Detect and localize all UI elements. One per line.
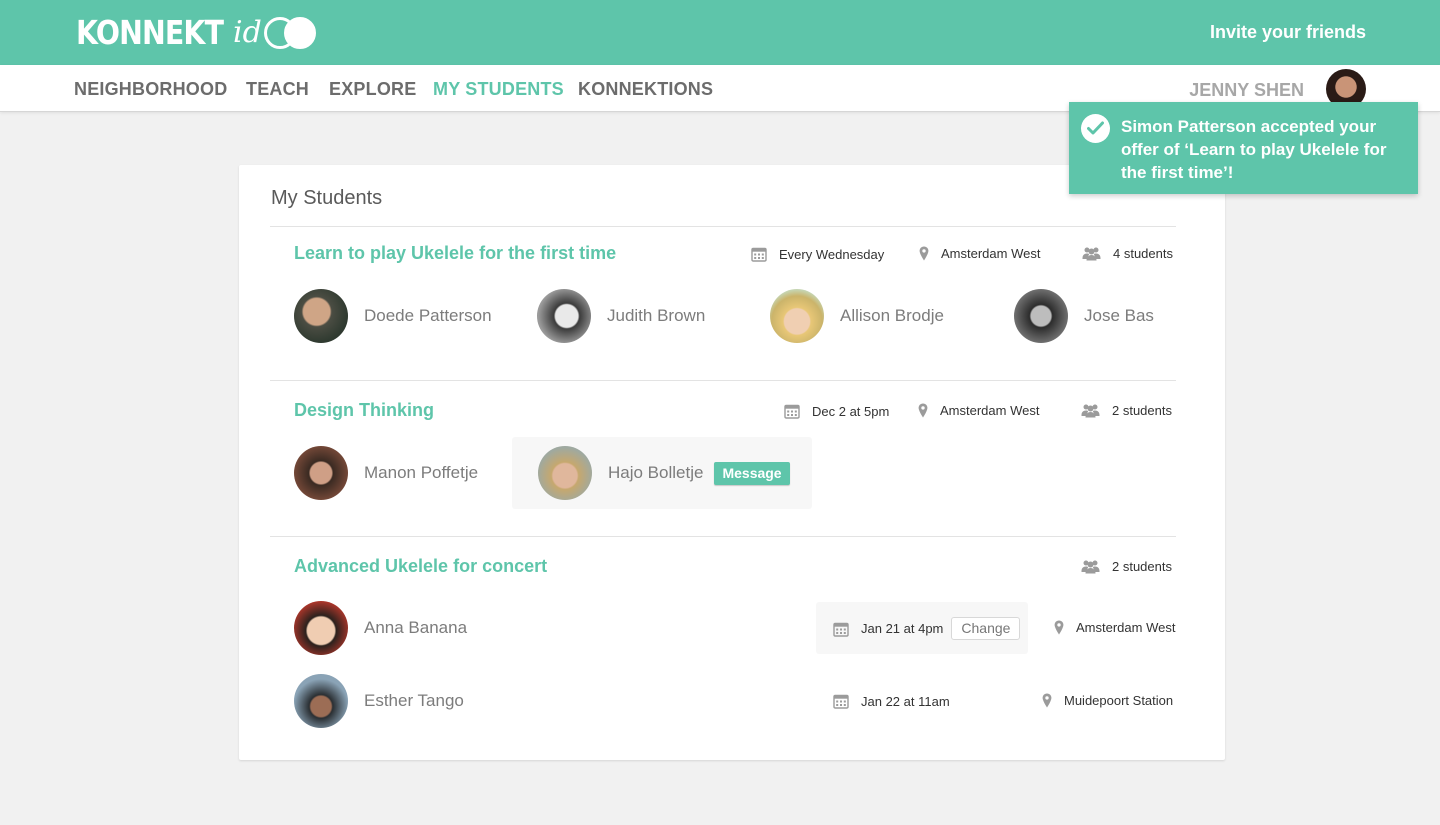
student-item[interactable]: Esther Tango (294, 674, 464, 728)
course-student-count: 2 students (1081, 403, 1172, 418)
student-name[interactable]: Allison Brodje (840, 306, 944, 326)
avatar[interactable] (294, 674, 348, 728)
konnektid-logo[interactable]: KONNEKT id (76, 14, 318, 52)
group-icon (1081, 404, 1100, 418)
date-text: Jan 21 at 4pm (861, 621, 944, 636)
notification-toast[interactable]: Simon Patterson accepted your offer of ‘… (1069, 102, 1418, 194)
avatar[interactable] (294, 446, 348, 500)
course-schedule: Dec 2 at 5pm (784, 403, 889, 419)
session-date: Jan 21 at 4pm Change (833, 617, 1021, 640)
location-text: Amsterdam West (941, 246, 1041, 261)
user-name[interactable]: JENNY SHEN (1189, 80, 1304, 101)
session-date: Jan 22 at 11am (833, 693, 950, 709)
message-button[interactable]: Message (714, 461, 790, 485)
avatar[interactable] (1014, 289, 1068, 343)
avatar[interactable] (770, 289, 824, 343)
location-pin-icon (919, 246, 929, 261)
my-students-card: My Students Learn to play Ukelele for th… (239, 165, 1225, 760)
location-text: Muidepoort Station (1064, 693, 1174, 708)
location-pin-icon (1054, 620, 1064, 635)
location-text: Amsterdam West (1076, 620, 1176, 635)
toast-message: Simon Patterson accepted your offer of ‘… (1121, 117, 1387, 182)
schedule-text: Every Wednesday (779, 246, 885, 262)
change-date-button[interactable]: Change (951, 617, 1021, 640)
student-item[interactable]: Allison Brodje (770, 289, 944, 343)
student-item[interactable]: Manon Poffetje (294, 446, 478, 500)
calendar-icon (784, 404, 800, 419)
student-count-text: 4 students (1113, 246, 1173, 261)
student-name[interactable]: Anna Banana (364, 618, 467, 638)
location-pin-icon (1042, 693, 1052, 708)
student-name[interactable]: Manon Poffetje (364, 463, 478, 483)
student-name[interactable]: Judith Brown (607, 306, 705, 326)
student-name[interactable]: Jose Bas (1084, 306, 1154, 326)
avatar[interactable] (537, 289, 591, 343)
student-item[interactable]: Jose Bas (1014, 289, 1154, 343)
logo-bubbles-icon (263, 15, 318, 51)
nav-konnektions[interactable]: KONNEKTIONS (578, 79, 713, 100)
session-location: Muidepoort Station (1042, 693, 1173, 708)
course-student-count: 2 students (1081, 559, 1172, 574)
course-location: Amsterdam West (918, 403, 1039, 418)
divider (270, 226, 1176, 227)
student-name[interactable]: Esther Tango (364, 691, 464, 711)
page-title: My Students (271, 187, 383, 209)
student-count-text: 2 students (1112, 559, 1172, 574)
calendar-icon (833, 694, 849, 709)
student-name[interactable]: Hajo Bolletje (608, 463, 703, 483)
nav-neighborhood[interactable]: NEIGHBORHOOD (74, 79, 227, 100)
divider (270, 380, 1176, 381)
date-text: Jan 22 at 11am (861, 693, 950, 709)
student-name[interactable]: Doede Patterson (364, 306, 492, 326)
group-icon (1082, 247, 1101, 261)
session-location: Amsterdam West (1054, 620, 1175, 635)
calendar-icon (833, 622, 849, 637)
student-item[interactable]: Hajo Bolletje Message (538, 446, 790, 500)
schedule-text: Dec 2 at 5pm (812, 403, 890, 419)
logo-wordmark: KONNEKT (76, 13, 224, 52)
course-title-advanced-ukelele[interactable]: Advanced Ukelele for concert (294, 556, 547, 577)
invite-friends-link[interactable]: Invite your friends (1210, 22, 1366, 43)
course-schedule: Every Wednesday (751, 246, 884, 262)
course-title-design-thinking[interactable]: Design Thinking (294, 400, 434, 421)
logo-suffix: id (233, 15, 262, 50)
top-bar: KONNEKT id Invite your friends (0, 0, 1440, 65)
location-text: Amsterdam West (940, 403, 1040, 418)
nav-my-students[interactable]: MY STUDENTS (433, 79, 564, 100)
calendar-icon (751, 247, 767, 262)
student-item[interactable]: Doede Patterson (294, 289, 492, 343)
student-item[interactable]: Judith Brown (537, 289, 705, 343)
course-location: Amsterdam West (919, 246, 1040, 261)
avatar[interactable] (538, 446, 592, 500)
group-icon (1081, 560, 1100, 574)
avatar[interactable] (294, 289, 348, 343)
location-pin-icon (918, 403, 928, 418)
check-icon (1081, 114, 1110, 143)
student-item[interactable]: Anna Banana (294, 601, 467, 655)
course-title-ukelele[interactable]: Learn to play Ukelele for the first time (294, 243, 616, 264)
student-count-text: 2 students (1112, 403, 1172, 418)
nav-explore[interactable]: EXPLORE (329, 79, 416, 100)
avatar[interactable] (294, 601, 348, 655)
divider (270, 536, 1176, 537)
nav-teach[interactable]: TEACH (246, 79, 309, 100)
course-student-count: 4 students (1082, 246, 1173, 261)
